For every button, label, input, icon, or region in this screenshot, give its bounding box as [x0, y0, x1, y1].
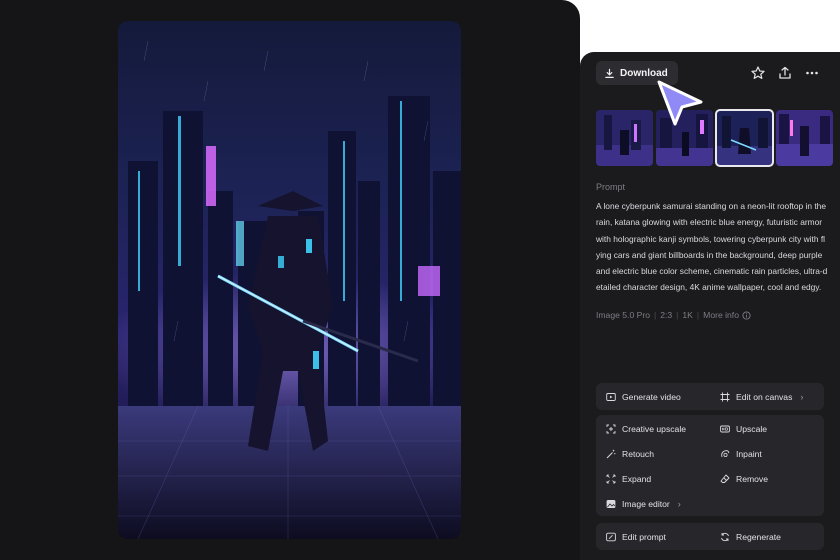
- details-sidebar: Download Prompt A lone cyberpunk samurai…: [580, 52, 840, 560]
- remove-label: Remove: [736, 474, 768, 484]
- image-editor-button[interactable]: Image editor ›: [606, 494, 681, 514]
- prompt-text: A lone cyberpunk samurai standing on a n…: [596, 201, 828, 293]
- creative-upscale-button[interactable]: Creative upscale: [606, 419, 686, 439]
- play-icon: [606, 393, 616, 401]
- upscale-button[interactable]: Upscale: [720, 419, 767, 439]
- chevron-right-icon: ›: [800, 392, 804, 402]
- thumbnail-3-selected[interactable]: [715, 109, 774, 167]
- separator: |: [696, 310, 700, 320]
- image-viewer-panel: [0, 0, 580, 560]
- hd-icon: [720, 425, 730, 433]
- separator: |: [676, 310, 679, 320]
- edit-prompt-icon: [606, 532, 616, 542]
- prompt-actions-card: Edit prompt Regenerate: [596, 523, 824, 550]
- prompt-label: Prompt: [596, 182, 626, 192]
- separator: |: [653, 310, 657, 320]
- more-icon[interactable]: [804, 65, 820, 81]
- magic-wand-icon: [606, 449, 616, 459]
- creative-upscale-label: Creative upscale: [622, 424, 687, 434]
- generate-video-label: Generate video: [622, 392, 681, 402]
- thumbnail-1[interactable]: [596, 110, 653, 166]
- inpaint-label: Inpaint: [736, 449, 762, 459]
- chevron-right-icon: ›: [677, 499, 681, 509]
- edit-tools-card: Creative upscale Upscale Retouch Inpaint…: [596, 415, 824, 516]
- edit-prompt-label: Edit prompt: [622, 532, 666, 542]
- expand-button[interactable]: Expand: [606, 469, 651, 489]
- image-meta: Image 5.0 Pro | 2:3 | 1K | More info: [596, 310, 751, 320]
- expand-icon: [606, 474, 616, 484]
- download-icon: [605, 68, 614, 78]
- refresh-icon: [721, 532, 729, 542]
- edit-on-canvas-button[interactable]: Edit on canvas ›: [720, 387, 803, 407]
- edit-on-canvas-label: Edit on canvas: [736, 392, 793, 402]
- info-icon: [742, 310, 751, 320]
- generated-image[interactable]: [118, 21, 461, 539]
- variation-thumbnails: [596, 109, 833, 167]
- edit-prompt-button[interactable]: Edit prompt: [606, 527, 666, 547]
- more-info-link[interactable]: More info: [703, 310, 751, 320]
- star-icon[interactable]: [750, 65, 766, 81]
- thumbnail-4[interactable]: [776, 110, 833, 166]
- resolution: 1K: [682, 310, 693, 320]
- download-label: Download: [620, 67, 668, 79]
- canvas-icon: [720, 392, 730, 402]
- retouch-button[interactable]: Retouch: [606, 444, 654, 464]
- video-canvas-card: Generate video Edit on canvas ›: [596, 383, 824, 410]
- remove-button[interactable]: Remove: [720, 469, 768, 489]
- expand-label: Expand: [622, 474, 652, 484]
- cyberpunk-samurai-artwork: [118, 21, 461, 539]
- eraser-icon: [720, 474, 730, 483]
- share-icon[interactable]: [777, 65, 793, 81]
- upscale-label: Upscale: [736, 424, 768, 434]
- inpaint-button[interactable]: Inpaint: [720, 444, 762, 464]
- generate-video-button[interactable]: Generate video: [606, 387, 681, 407]
- pointer-cursor-icon: [657, 80, 703, 126]
- image-editor-icon: [606, 500, 616, 508]
- toolbar: Download: [596, 61, 828, 85]
- regenerate-label: Regenerate: [736, 532, 781, 542]
- image-editor-label: Image editor: [622, 499, 670, 509]
- aspect-ratio: 2:3: [660, 310, 673, 320]
- more-info-label: More info: [703, 310, 739, 320]
- model-name: Image 5.0 Pro: [596, 310, 650, 320]
- regenerate-button[interactable]: Regenerate: [720, 527, 781, 547]
- inpaint-icon: [721, 450, 730, 458]
- retouch-label: Retouch: [622, 449, 655, 459]
- creative-upscale-icon: [606, 424, 616, 434]
